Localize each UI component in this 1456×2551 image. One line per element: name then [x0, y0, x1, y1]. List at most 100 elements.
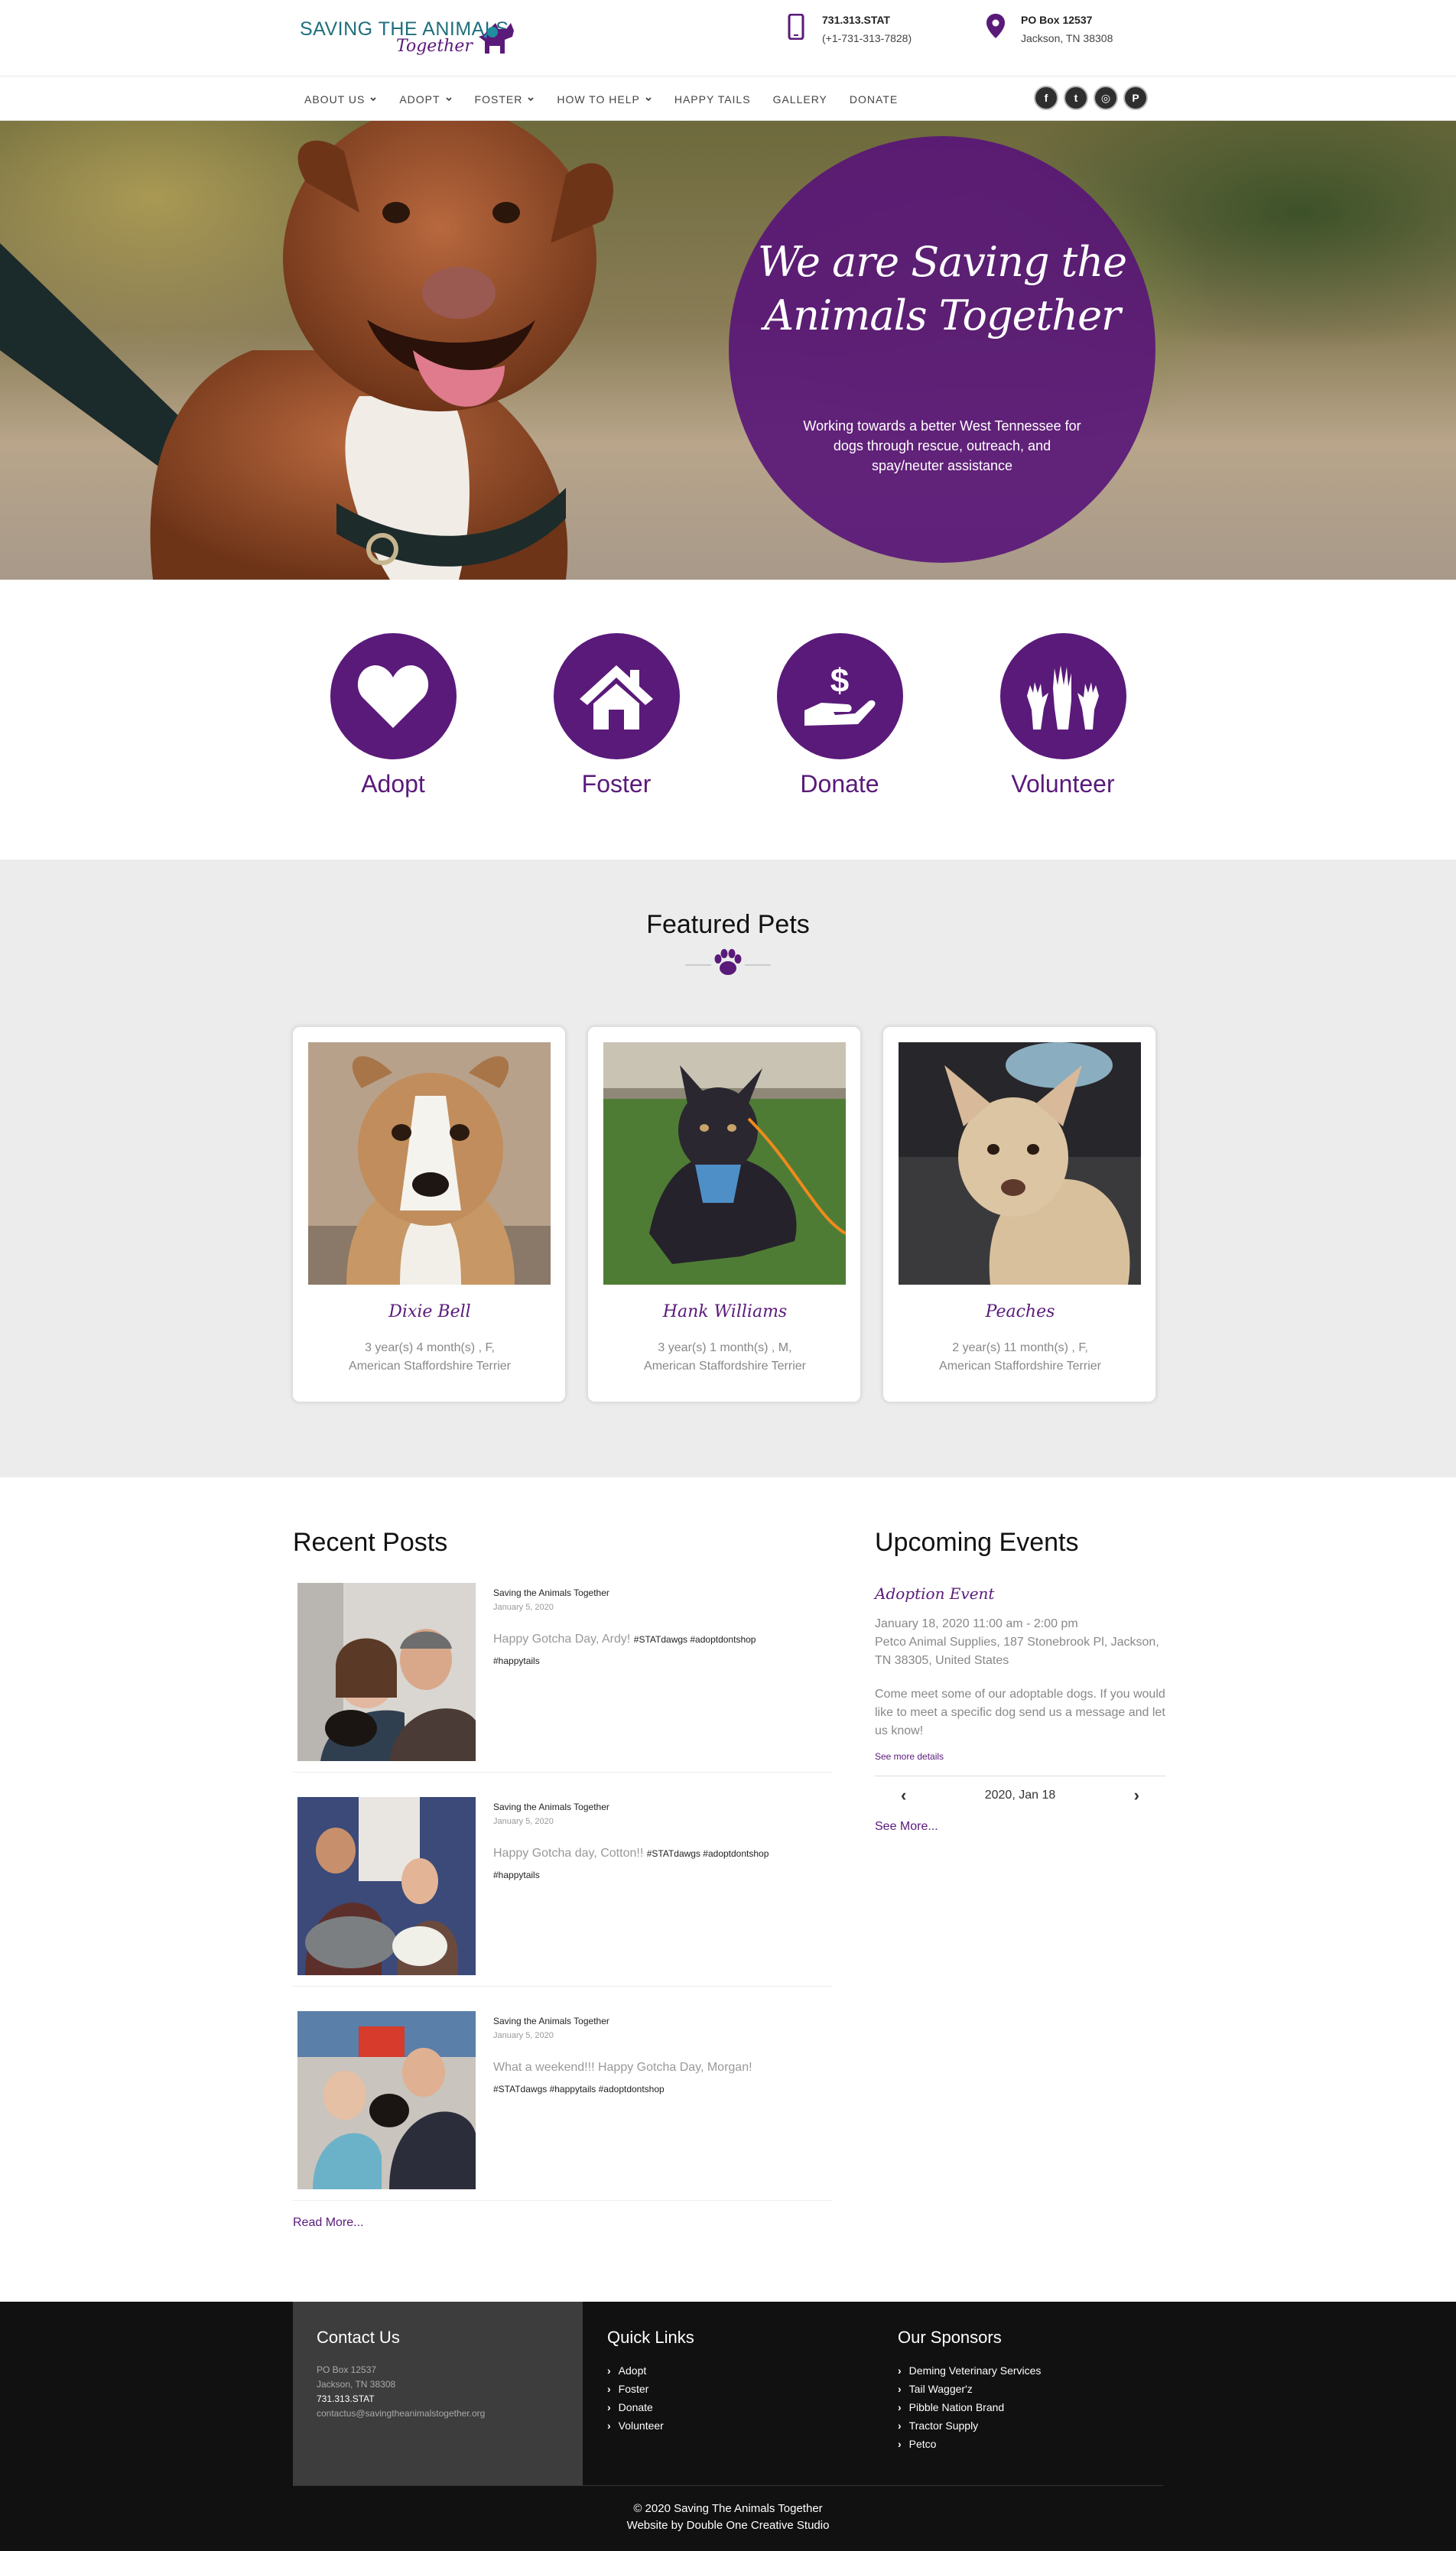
pet-photo[interactable] [603, 1042, 846, 1285]
next-arrow-icon[interactable]: › [1134, 1786, 1139, 1805]
phone-number: (+1-731-313-7828) [822, 32, 912, 44]
post-image[interactable] [297, 2011, 476, 2189]
copyright: © 2020 Saving The Animals Together Websi… [0, 2501, 1456, 2534]
nav-gallery[interactable]: GALLERY [773, 93, 850, 106]
events-see-more-link[interactable]: See More... [875, 1820, 938, 1834]
event-calendar-nav: ‹ 2020, Jan 18 › [875, 1776, 1165, 1814]
chevron-right-icon: › [607, 2401, 611, 2413]
post-item[interactable]: Saving the Animals Together January 5, 2… [293, 2005, 833, 2201]
adopt-label: Adopt [361, 770, 425, 798]
pet-name[interactable]: Peaches [883, 1302, 1157, 1321]
site-logo[interactable]: SAVING THE ANIMALS Together [298, 11, 528, 64]
hero-circle: We are Saving the Animals Together Worki… [729, 136, 1155, 563]
pet-photo[interactable] [308, 1042, 551, 1285]
hero-title: We are Saving the Animals Together [757, 238, 1127, 340]
sponsor-link[interactable]: › Pibble Nation Brand [898, 2398, 1041, 2416]
site-footer: Contact Us PO Box 12537 Jackson, TN 3830… [0, 2302, 1456, 2551]
post-image[interactable] [297, 1797, 476, 1975]
foster-tile[interactable]: Foster [540, 633, 693, 798]
footer-contact-lines: PO Box 12537 Jackson, TN 38308 731.313.S… [317, 2363, 485, 2421]
heart-icon [357, 665, 429, 728]
quick-links-list: › Adopt › Foster › Donate › Volunteer [607, 2361, 664, 2435]
volunteer-label: Volunteer [1011, 770, 1115, 798]
svg-text:$: $ [830, 662, 849, 700]
raised-hands-icon [1027, 665, 1099, 730]
foster-label: Foster [581, 770, 652, 798]
sponsor-link[interactable]: › Deming Veterinary Services [898, 2361, 1041, 2380]
phone-icon [788, 14, 804, 40]
pet-name[interactable]: Hank Williams [588, 1302, 862, 1321]
chevron-right-icon: › [607, 2383, 611, 2395]
logo-dog-icon [479, 23, 514, 54]
post-date: January 5, 2020 [493, 2031, 554, 2040]
post-author: Saving the Animals Together [493, 1802, 609, 1812]
pet-name[interactable]: Dixie Bell [293, 1302, 567, 1321]
chevron-right-icon: › [898, 2419, 902, 2432]
quick-link-foster[interactable]: › Foster [607, 2380, 664, 2398]
pet-photo[interactable] [899, 1042, 1141, 1285]
adopt-tile[interactable]: Adopt [317, 633, 470, 798]
featured-pets-section: Featured Pets Dixie Bell 3 year(s) 4 mon… [0, 860, 1456, 1477]
post-text: Happy Gotcha day, Cotton!! #STATdawgs #a… [493, 1847, 769, 1880]
footer-contact-title: Contact Us [317, 2328, 400, 2347]
top-header: SAVING THE ANIMALS Together 731.313.STAT… [0, 0, 1456, 76]
credit-link[interactable]: Website by Double One Creative Studio [0, 2517, 1456, 2534]
pet-card-peaches[interactable]: Peaches 2 year(s) 11 month(s) , F, Ameri… [882, 1026, 1156, 1402]
event-details-link[interactable]: See more details [875, 1751, 944, 1762]
calendar-date: 2020, Jan 18 [984, 1788, 1056, 1802]
sponsor-link[interactable]: › Tail Wagger'z [898, 2380, 1041, 2398]
chevron-right-icon: › [898, 2438, 902, 2450]
sponsor-link[interactable]: › Petco [898, 2435, 1041, 2453]
pinterest-icon[interactable]: P [1123, 86, 1148, 110]
quick-links-title: Quick Links [607, 2328, 694, 2347]
address-line1: PO Box 12537 [1021, 14, 1093, 26]
chevron-down-icon [528, 96, 534, 101]
post-text: Happy Gotcha Day, Ardy! #STATdawgs #adop… [493, 1633, 756, 1666]
facebook-icon[interactable]: f [1034, 86, 1058, 110]
quick-link-volunteer[interactable]: › Volunteer [607, 2416, 664, 2435]
footer-contact: Contact Us PO Box 12537 Jackson, TN 3830… [293, 2302, 583, 2485]
post-item[interactable]: Saving the Animals Together January 5, 2… [293, 1577, 833, 1773]
instagram-icon[interactable]: ◎ [1094, 86, 1118, 110]
post-date: January 5, 2020 [493, 1817, 554, 1826]
nav-how-to-help[interactable]: HOW TO HELP [557, 93, 674, 106]
nav-donate[interactable]: DONATE [850, 93, 920, 106]
nav-happy-tails[interactable]: HAPPY TAILS [674, 93, 773, 106]
chevron-down-icon [645, 96, 652, 101]
address-line2: Jackson, TN 38308 [1021, 32, 1113, 44]
map-pin-icon [986, 14, 1005, 38]
quick-link-adopt[interactable]: › Adopt [607, 2361, 664, 2380]
quick-link-donate[interactable]: › Donate [607, 2398, 664, 2416]
posts-events-section: Recent Posts Saving the Animals Together… [0, 1477, 1456, 2302]
volunteer-tile[interactable]: Volunteer [986, 633, 1139, 798]
hero-banner: We are Saving the Animals Together Worki… [0, 121, 1456, 580]
sponsor-link[interactable]: › Tractor Supply [898, 2416, 1041, 2435]
chevron-right-icon: › [607, 2364, 611, 2377]
post-author: Saving the Animals Together [493, 1587, 609, 1598]
hero-subtitle: Working towards a better West Tennessee … [803, 418, 1081, 473]
pet-info: 3 year(s) 4 month(s) , F, American Staff… [349, 1341, 511, 1373]
twitter-icon[interactable]: t [1064, 86, 1088, 110]
pet-card-dixie-bell[interactable]: Dixie Bell 3 year(s) 4 month(s) , F, Ame… [292, 1026, 566, 1402]
prev-arrow-icon[interactable]: ‹ [901, 1786, 906, 1805]
recent-posts-title: Recent Posts [293, 1528, 448, 1557]
phone-label: 731.313.STAT [822, 14, 890, 26]
sponsors-list: › Deming Veterinary Services › Tail Wagger… [898, 2361, 1041, 2453]
post-image[interactable] [297, 1583, 476, 1761]
donate-tile[interactable]: $ Donate [763, 633, 916, 798]
nav-foster[interactable]: FOSTER [475, 93, 557, 106]
footer-email[interactable]: contactus@savingtheanimalstogether.org [317, 2406, 485, 2421]
chevron-right-icon: › [898, 2364, 902, 2377]
nav-about-us[interactable]: ABOUT US [304, 93, 399, 106]
read-more-link[interactable]: Read More... [293, 2216, 363, 2230]
nav-adopt[interactable]: ADOPT [399, 93, 474, 106]
post-item[interactable]: Saving the Animals Together January 5, 2… [293, 1791, 833, 1987]
chevron-right-icon: › [898, 2401, 902, 2413]
event-description: Come meet some of our adoptable dogs. If… [875, 1688, 1165, 1737]
featured-title: Featured Pets [646, 910, 810, 939]
event-title[interactable]: Adoption Event [875, 1584, 994, 1603]
pet-card-hank-williams[interactable]: Hank Williams 3 year(s) 1 month(s) , M, … [587, 1026, 861, 1402]
chevron-down-icon [370, 96, 376, 101]
social-links: f t ◎ P [1034, 86, 1148, 110]
sponsors-title: Our Sponsors [898, 2328, 1002, 2347]
